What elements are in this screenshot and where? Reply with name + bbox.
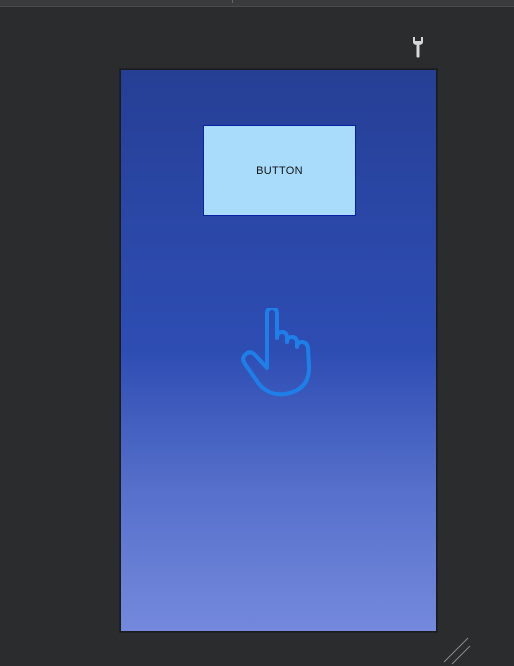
toolbar-divider [232,0,233,3]
preview-button[interactable]: BUTTON [203,125,356,216]
resize-handle-icon[interactable] [440,634,472,666]
device-preview-screen: BUTTON [120,69,437,632]
wrench-icon[interactable] [410,36,426,58]
top-toolbar-strip [0,0,514,7]
hand-pointer-icon [241,308,312,397]
